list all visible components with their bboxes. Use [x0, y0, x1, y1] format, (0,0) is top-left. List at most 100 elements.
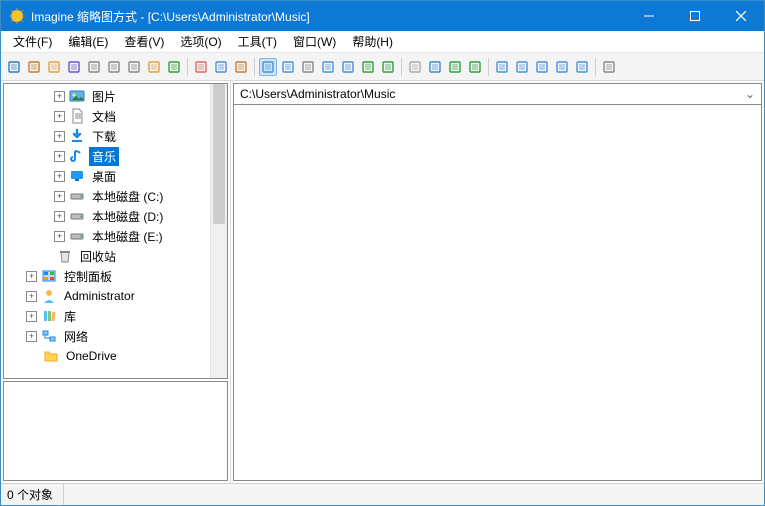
tree-item[interactable]: + 控制面板 — [4, 266, 210, 286]
toolbar-separator — [254, 58, 255, 76]
folder-plus-icon[interactable] — [145, 58, 163, 76]
pane2-icon[interactable] — [513, 58, 531, 76]
folder-tree-panel: +图片+文档+下载+音乐+桌面+本地磁盘 (C:)+本地磁盘 (D:)+本地磁盘… — [1, 81, 231, 483]
menu-edit[interactable]: 编辑(E) — [60, 31, 116, 52]
tree-item[interactable]: +本地磁盘 (D:) — [4, 206, 210, 226]
tree-expander-icon[interactable]: + — [54, 91, 65, 102]
recyclebin-icon — [57, 248, 73, 264]
back-icon[interactable] — [426, 58, 444, 76]
maximize-button[interactable] — [672, 1, 718, 31]
print-icon[interactable] — [85, 58, 103, 76]
tree-scrollbar[interactable] — [210, 84, 227, 378]
empty-icon[interactable] — [406, 58, 424, 76]
grid-icon[interactable] — [339, 58, 357, 76]
cpanel-icon — [41, 268, 57, 284]
window2-icon[interactable] — [279, 58, 297, 76]
tree-expander-icon[interactable]: + — [26, 291, 37, 302]
toolbar-separator — [401, 58, 402, 76]
close-button[interactable] — [718, 1, 764, 31]
tree-item[interactable]: +网络 — [4, 326, 210, 346]
drive-icon — [69, 208, 85, 224]
path-dropdown-icon[interactable]: ⌄ — [739, 87, 755, 101]
scrollbar-thumb[interactable] — [213, 84, 225, 224]
tree-item[interactable]: +下载 — [4, 126, 210, 146]
menu-tools[interactable]: 工具(T) — [230, 31, 285, 52]
star-box-icon[interactable] — [379, 58, 397, 76]
tree-expander-icon[interactable]: + — [26, 311, 37, 322]
tree-expander-icon[interactable]: + — [54, 211, 65, 222]
tree-item[interactable]: +库 — [4, 306, 210, 326]
green-box-icon[interactable] — [359, 58, 377, 76]
window-title: Imagine 缩略图方式 - [C:\Users\Administrator\… — [31, 8, 626, 25]
app-icon — [9, 8, 25, 24]
tree-expander-icon[interactable]: + — [54, 231, 65, 242]
folder-icon — [43, 348, 59, 364]
disc-icon[interactable] — [299, 58, 317, 76]
tree-item-label: OneDrive — [63, 348, 120, 364]
play-icon[interactable] — [446, 58, 464, 76]
tree-item[interactable]: +音乐 — [4, 146, 210, 166]
menu-options[interactable]: 选项(O) — [172, 31, 229, 52]
thumbnails-icon[interactable] — [25, 58, 43, 76]
tree-item-label: 图片 — [89, 87, 119, 106]
tree-item-label: 本地磁盘 (E:) — [89, 227, 166, 246]
tree-item-label: 桌面 — [89, 167, 119, 186]
tree-expander-icon[interactable]: + — [54, 151, 65, 162]
tree-item[interactable]: + 图片 — [4, 86, 210, 106]
libraries-icon — [41, 308, 57, 324]
tree-expander-icon[interactable]: + — [54, 191, 65, 202]
path-text: C:\Users\Administrator\Music — [240, 87, 739, 101]
tree-item[interactable]: OneDrive — [4, 346, 210, 366]
info-icon[interactable] — [105, 58, 123, 76]
save-icon[interactable] — [65, 58, 83, 76]
titlebar[interactable]: Imagine 缩略图方式 - [C:\Users\Administrator\… — [1, 1, 764, 31]
copy-icon[interactable] — [212, 58, 230, 76]
tree-expander-icon[interactable]: + — [54, 171, 65, 182]
tree-item[interactable]: +本地磁盘 (C:) — [4, 186, 210, 206]
menu-help[interactable]: 帮助(H) — [344, 31, 401, 52]
toolbar-separator — [595, 58, 596, 76]
drive-icon — [69, 228, 85, 244]
menu-file[interactable]: 文件(F) — [5, 31, 60, 52]
pane4-icon[interactable] — [553, 58, 571, 76]
tree-item[interactable]: + 本地磁盘 (E:) — [4, 226, 210, 246]
folder-tree[interactable]: +图片+文档+下载+音乐+桌面+本地磁盘 (C:)+本地磁盘 (D:)+本地磁盘… — [4, 84, 210, 378]
thumbnail-viewer[interactable] — [233, 105, 762, 481]
tree-item[interactable]: + 文档 — [4, 106, 210, 126]
toolbar-separator — [488, 58, 489, 76]
tree-item[interactable]: 回收站 — [4, 246, 210, 266]
tree-item-label: 控制面板 — [61, 267, 115, 286]
minimize-button[interactable] — [626, 1, 672, 31]
tree-expander-icon[interactable]: + — [26, 331, 37, 342]
sync-icon[interactable] — [466, 58, 484, 76]
tree-item-label: Administrator — [61, 288, 138, 304]
music-icon — [69, 148, 85, 164]
tree-item-label: 回收站 — [77, 247, 119, 266]
refresh-icon[interactable] — [165, 58, 183, 76]
layout-icon[interactable] — [319, 58, 337, 76]
tree-expander-icon[interactable]: + — [54, 131, 65, 142]
user-icon — [41, 288, 57, 304]
tree-item[interactable]: + 桌面 — [4, 166, 210, 186]
window1-icon[interactable] — [259, 58, 277, 76]
menu-view[interactable]: 查看(V) — [116, 31, 172, 52]
pane5-icon[interactable] — [573, 58, 591, 76]
paste-icon[interactable] — [232, 58, 250, 76]
pane1-icon[interactable] — [493, 58, 511, 76]
eye-icon[interactable] — [5, 58, 23, 76]
path-bar[interactable]: C:\Users\Administrator\Music ⌄ — [233, 83, 762, 105]
documents-icon — [69, 108, 85, 124]
tree-item-label: 文档 — [89, 107, 119, 126]
tree-expander-icon[interactable]: + — [26, 271, 37, 282]
tree-expander-icon[interactable]: + — [54, 111, 65, 122]
open-icon[interactable] — [45, 58, 63, 76]
cut-icon[interactable] — [192, 58, 210, 76]
network-icon — [41, 328, 57, 344]
camera-icon[interactable] — [125, 58, 143, 76]
menu-window[interactable]: 窗口(W) — [285, 31, 344, 52]
toolbar-separator — [187, 58, 188, 76]
wrench-icon[interactable] — [600, 58, 618, 76]
toolbar — [1, 53, 764, 81]
pane3-icon[interactable] — [533, 58, 551, 76]
tree-item[interactable]: + Administrator — [4, 286, 210, 306]
